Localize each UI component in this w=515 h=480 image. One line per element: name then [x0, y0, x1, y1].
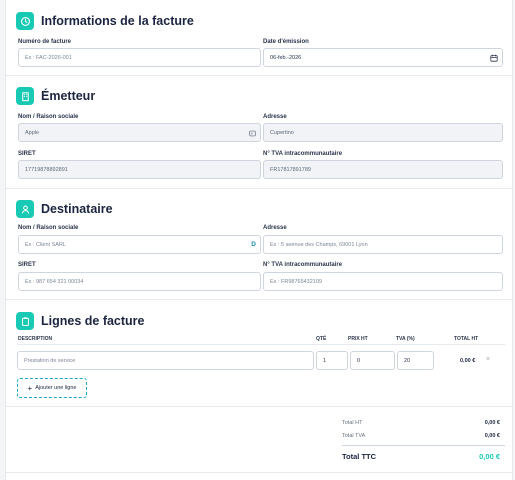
issuer-address-input[interactable]: Cupertino	[263, 123, 503, 142]
recipient-vat-input[interactable]: Ex : FR98765432109	[263, 272, 503, 291]
section-title: Émetteur	[41, 89, 96, 103]
lines-header: Lignes de facture	[16, 312, 145, 330]
issue-date-value: 06-feb.-2026	[270, 54, 302, 61]
recipient-section: Destinataire Nom / Raison sociale Ex : C…	[6, 189, 512, 300]
invoice-number-placeholder: Ex : FAC-2026-001	[25, 54, 72, 61]
line-vat-value: 20	[404, 357, 411, 364]
line-description-input[interactable]: Prestation de service	[17, 351, 314, 370]
total-ht-value: 0,00 €	[484, 420, 500, 426]
recipient-siret-input[interactable]: Ex : 987 654 321 00034	[18, 272, 261, 291]
total-ttc-value: 0,00 €	[479, 452, 500, 461]
issuer-name-value: Apple	[25, 129, 40, 136]
recipient-name-label: Nom / Raison sociale	[18, 225, 79, 231]
totals-divider	[342, 445, 505, 446]
autofill-icon[interactable]	[249, 130, 256, 139]
line-total-value: 0,00 €	[460, 358, 476, 364]
issuer-address-label: Adresse	[263, 114, 287, 120]
issuer-address-value: Cupertino	[270, 129, 294, 136]
clipboard-icon	[16, 312, 34, 330]
footer-divider	[6, 472, 512, 473]
invoice-number-label: Numéro de facture	[18, 39, 72, 45]
section-title: Informations de la facture	[41, 14, 194, 28]
clock-icon	[16, 12, 34, 30]
plus-icon: +	[27, 383, 33, 393]
user-icon	[16, 200, 34, 218]
recipient-address-label: Adresse	[263, 225, 287, 231]
total-tva-value: 0,00 €	[484, 433, 500, 439]
recipient-siret-label: SIRET	[18, 262, 36, 268]
invoice-number-input[interactable]: Ex : FAC-2026-001	[18, 48, 261, 67]
col-price: PRIX HT	[348, 336, 368, 342]
col-vat: TVA (%)	[396, 336, 415, 342]
line-description-placeholder: Prestation de service	[24, 357, 76, 364]
issuer-header: Émetteur	[16, 87, 95, 105]
recipient-name-input[interactable]: Ex : Client SARL D	[18, 235, 261, 254]
add-line-label: Ajouter une ligne	[35, 385, 77, 391]
issuer-name-label: Nom / Raison sociale	[18, 114, 79, 120]
total-tva-label: Total TVA	[342, 433, 366, 439]
line-price-value: 0	[357, 357, 361, 364]
remove-line-button[interactable]: ×	[486, 356, 490, 363]
line-qty-value: 1	[323, 357, 327, 364]
line-price-input[interactable]: 0	[350, 351, 395, 370]
invoice-info-section: Informations de la facture Numéro de fac…	[6, 0, 512, 76]
add-line-button[interactable]: + Ajouter une ligne	[17, 378, 87, 398]
issuer-siret-value: 17719878892891	[25, 166, 68, 173]
issuer-vat-input[interactable]: FR17817891789	[263, 160, 503, 179]
col-total: TOTAL HT	[454, 336, 479, 342]
recipient-name-suffix[interactable]: D	[251, 241, 256, 248]
calendar-icon[interactable]	[490, 54, 498, 64]
total-ht-label: Total HT	[342, 420, 363, 426]
col-qty: QTÉ	[316, 336, 327, 342]
recipient-name-placeholder: Ex : Client SARL	[25, 241, 66, 248]
issuer-vat-value: FR17817891789	[270, 166, 311, 173]
invoice-form: Informations de la facture Numéro de fac…	[5, 0, 513, 480]
recipient-siret-placeholder: Ex : 987 654 321 00034	[25, 278, 84, 285]
recipient-vat-placeholder: Ex : FR98765432109	[270, 278, 322, 285]
total-ttc-label: Total TTC	[342, 452, 377, 461]
issuer-siret-input[interactable]: 17719878892891	[18, 160, 261, 179]
recipient-address-input[interactable]: Ex : 5 avenue des Champs, 69001 Lyon	[263, 235, 503, 254]
issue-date-label: Date d'émission	[263, 39, 309, 45]
issuer-vat-label: N° TVA intracommunautaire	[263, 151, 343, 157]
issuer-siret-label: SIRET	[18, 151, 36, 157]
section-title: Lignes de facture	[41, 314, 145, 328]
section-title: Destinataire	[41, 202, 113, 216]
table-header-divider	[17, 344, 505, 345]
issue-date-input[interactable]: 06-feb.-2026	[263, 48, 503, 67]
col-description: DESCRIPTION	[18, 336, 53, 342]
recipient-address-placeholder: Ex : 5 avenue des Champs, 69001 Lyon	[270, 241, 368, 248]
issuer-name-input[interactable]: Apple	[18, 123, 261, 142]
recipient-header: Destinataire	[16, 200, 113, 218]
building-icon	[16, 87, 34, 105]
recipient-vat-label: N° TVA intracommunautaire	[263, 262, 343, 268]
line-vat-input[interactable]: 20	[397, 351, 434, 370]
invoice-info-header: Informations de la facture	[16, 12, 194, 30]
line-qty-input[interactable]: 1	[316, 351, 348, 370]
issuer-section: Émetteur Nom / Raison sociale Apple Adre…	[6, 76, 512, 189]
